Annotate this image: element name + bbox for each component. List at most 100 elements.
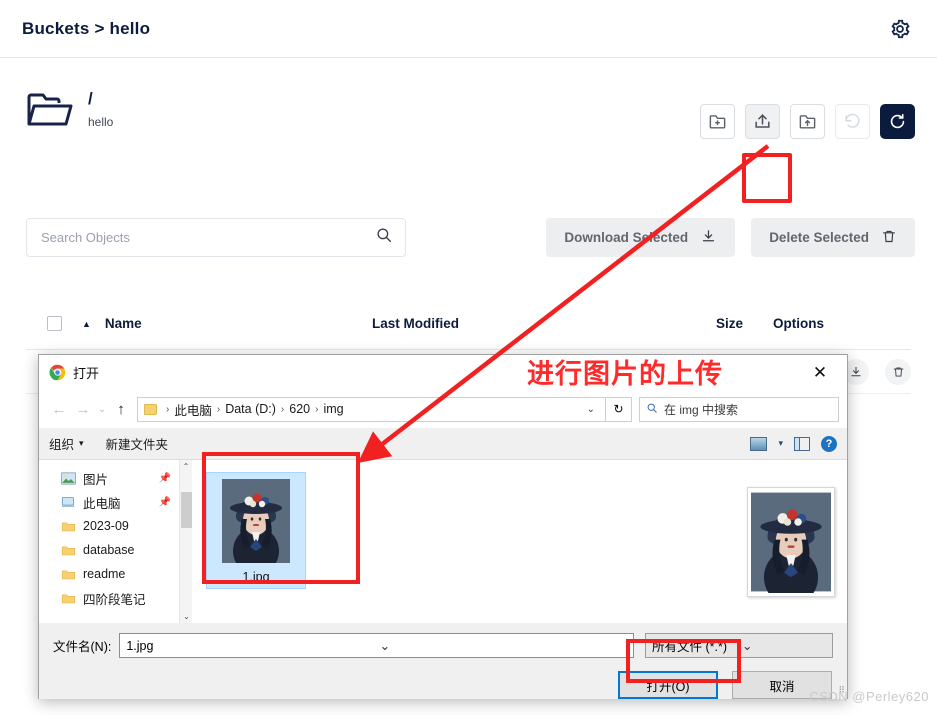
dialog-file-list[interactable]: 1.jpg: [192, 460, 735, 623]
scrollbar-thumb[interactable]: [181, 492, 192, 528]
folder-icon: [144, 403, 157, 415]
breadcrumb-separator: ›: [166, 403, 170, 415]
column-header-last-modified[interactable]: Last Modified: [372, 316, 648, 331]
folder-icon: [61, 592, 76, 605]
filename-row: 文件名(N): 1.jpg ⌄ 所有文件 (*.*) ⌄: [53, 633, 833, 658]
folder-icon: [61, 544, 76, 557]
column-label-name: Name: [104, 316, 142, 331]
filter-value: 所有文件 (*.*): [652, 640, 728, 654]
back-button[interactable]: ←: [47, 397, 71, 421]
upload-file-button[interactable]: [745, 104, 780, 139]
folder-icon: [61, 520, 76, 533]
file-tile-name: 1.jpg: [242, 570, 270, 584]
upload-button-highlight: [742, 153, 792, 203]
command-bar-right: ▾ ?: [750, 435, 837, 452]
sidebar-item-sijieduan-biji[interactable]: 四阶段笔记: [39, 586, 179, 610]
select-all-cell: [26, 316, 82, 331]
new-folder-button[interactable]: 新建文件夹: [106, 434, 169, 453]
preview-frame: [747, 486, 835, 606]
sidebar-item-pictures[interactable]: 图片 📌: [39, 466, 179, 490]
chevron-down-icon[interactable]: ⌄: [736, 638, 826, 653]
recent-locations-button[interactable]: ⌄: [95, 397, 109, 421]
refresh-icon[interactable]: ↻: [606, 396, 632, 422]
folder-labels: / hello: [88, 88, 113, 130]
file-type-filter[interactable]: 所有文件 (*.*) ⌄: [645, 633, 833, 658]
dialog-preview-pane: [735, 460, 847, 623]
column-header-name[interactable]: ▲ Name: [82, 316, 372, 331]
delete-selected-button[interactable]: Delete Selected: [751, 218, 915, 257]
file-tile-1jpg[interactable]: 1.jpg: [206, 472, 306, 589]
breadcrumb-item-2[interactable]: 620: [287, 402, 312, 416]
dialog-search-field[interactable]: 在 img 中搜索: [639, 396, 839, 422]
this-pc-icon: [61, 496, 76, 509]
sidebar-label: 图片: [83, 472, 109, 487]
create-new-path-button[interactable]: [700, 104, 735, 139]
current-folder: / hello: [26, 88, 113, 130]
filename-value: 1.jpg: [126, 638, 154, 653]
delete-selected-label: Delete Selected: [769, 230, 869, 245]
search-objects-field[interactable]: [26, 218, 406, 257]
sidebar-scrollbar[interactable]: ⌃ ⌄: [179, 460, 192, 623]
pin-icon[interactable]: 📌: [159, 497, 171, 508]
dialog-title: 打开: [73, 366, 100, 381]
app-header: Buckets > hello: [0, 0, 937, 58]
scroll-up-icon[interactable]: ⌃: [180, 460, 192, 473]
bulk-actions: Download Selected Delete Selected: [546, 218, 915, 257]
gear-icon[interactable]: [885, 14, 915, 44]
filename-field[interactable]: 1.jpg ⌄: [119, 633, 634, 658]
select-all-checkbox[interactable]: [46, 316, 62, 331]
column-header-options: Options: [773, 316, 824, 331]
header-actions: [885, 14, 915, 44]
breadcrumb-separator: ›: [315, 403, 319, 415]
file-thumbnail: [222, 479, 290, 575]
dialog-sidebar: 图片 📌 此电脑 📌 2023-09 database readme 四阶段笔记: [39, 460, 179, 623]
download-selected-button[interactable]: Download Selected: [546, 218, 736, 257]
breadcrumb-item-1[interactable]: Data (D:): [223, 402, 278, 416]
preview-pane-icon[interactable]: [794, 436, 810, 451]
rewind-button[interactable]: [835, 104, 870, 139]
sidebar-item-2023-09[interactable]: 2023-09: [39, 514, 179, 538]
close-icon[interactable]: ✕: [799, 358, 841, 388]
help-icon[interactable]: ?: [821, 435, 837, 452]
chevron-down-icon: ▾: [79, 438, 84, 448]
organize-label: 组织: [49, 438, 75, 452]
breadcrumb-item-3[interactable]: img: [321, 402, 345, 416]
open-button[interactable]: 打开(O): [618, 671, 718, 699]
preview-image: [751, 492, 831, 606]
sidebar-item-database[interactable]: database: [39, 538, 179, 562]
cancel-button[interactable]: 取消: [732, 671, 832, 699]
dialog-title-bar: 打开 ✕: [39, 355, 847, 390]
breadcrumb-item-0[interactable]: 此电脑: [172, 400, 214, 419]
windows-open-file-dialog[interactable]: 打开 ✕ ← → ⌄ ↑ › 此电脑 › Data (D:) › 620 › i…: [38, 354, 848, 699]
dialog-navigation-bar: ← → ⌄ ↑ › 此电脑 › Data (D:) › 620 › img ⌄ …: [39, 390, 847, 428]
sidebar-item-this-pc[interactable]: 此电脑 📌: [39, 490, 179, 514]
forward-button[interactable]: →: [71, 397, 95, 421]
chevron-down-icon[interactable]: ⌄: [581, 404, 601, 415]
upload-folder-button[interactable]: [790, 104, 825, 139]
chevron-down-icon[interactable]: ⌄: [374, 638, 627, 653]
search-icon: [375, 226, 393, 249]
folder-icon: [26, 88, 74, 130]
pictures-icon: [61, 472, 76, 485]
sidebar-label: database: [83, 543, 135, 557]
up-button[interactable]: ↑: [109, 397, 133, 421]
sidebar-item-readme[interactable]: readme: [39, 562, 179, 586]
address-breadcrumb[interactable]: › 此电脑 › Data (D:) › 620 › img ⌄: [137, 396, 606, 422]
resize-grip-icon[interactable]: ⠿: [838, 685, 845, 696]
folder-path: /: [88, 89, 93, 108]
download-icon: [700, 228, 717, 248]
chevron-down-icon[interactable]: ▾: [778, 438, 783, 449]
download-selected-label: Download Selected: [564, 230, 689, 245]
column-header-size[interactable]: Size: [648, 316, 753, 331]
object-toolbar: [700, 104, 915, 139]
organize-menu[interactable]: 组织 ▾: [49, 434, 84, 453]
pin-icon[interactable]: 📌: [159, 473, 171, 484]
sort-asc-icon: ▲: [82, 318, 91, 329]
view-options-icon[interactable]: [750, 436, 768, 451]
delete-icon[interactable]: [885, 358, 911, 385]
dialog-search-placeholder: 在 img 中搜索: [664, 402, 739, 417]
chrome-icon: [49, 364, 66, 381]
refresh-button[interactable]: [880, 104, 915, 139]
breadcrumb-separator: ›: [280, 403, 285, 415]
search-input[interactable]: [39, 229, 375, 246]
